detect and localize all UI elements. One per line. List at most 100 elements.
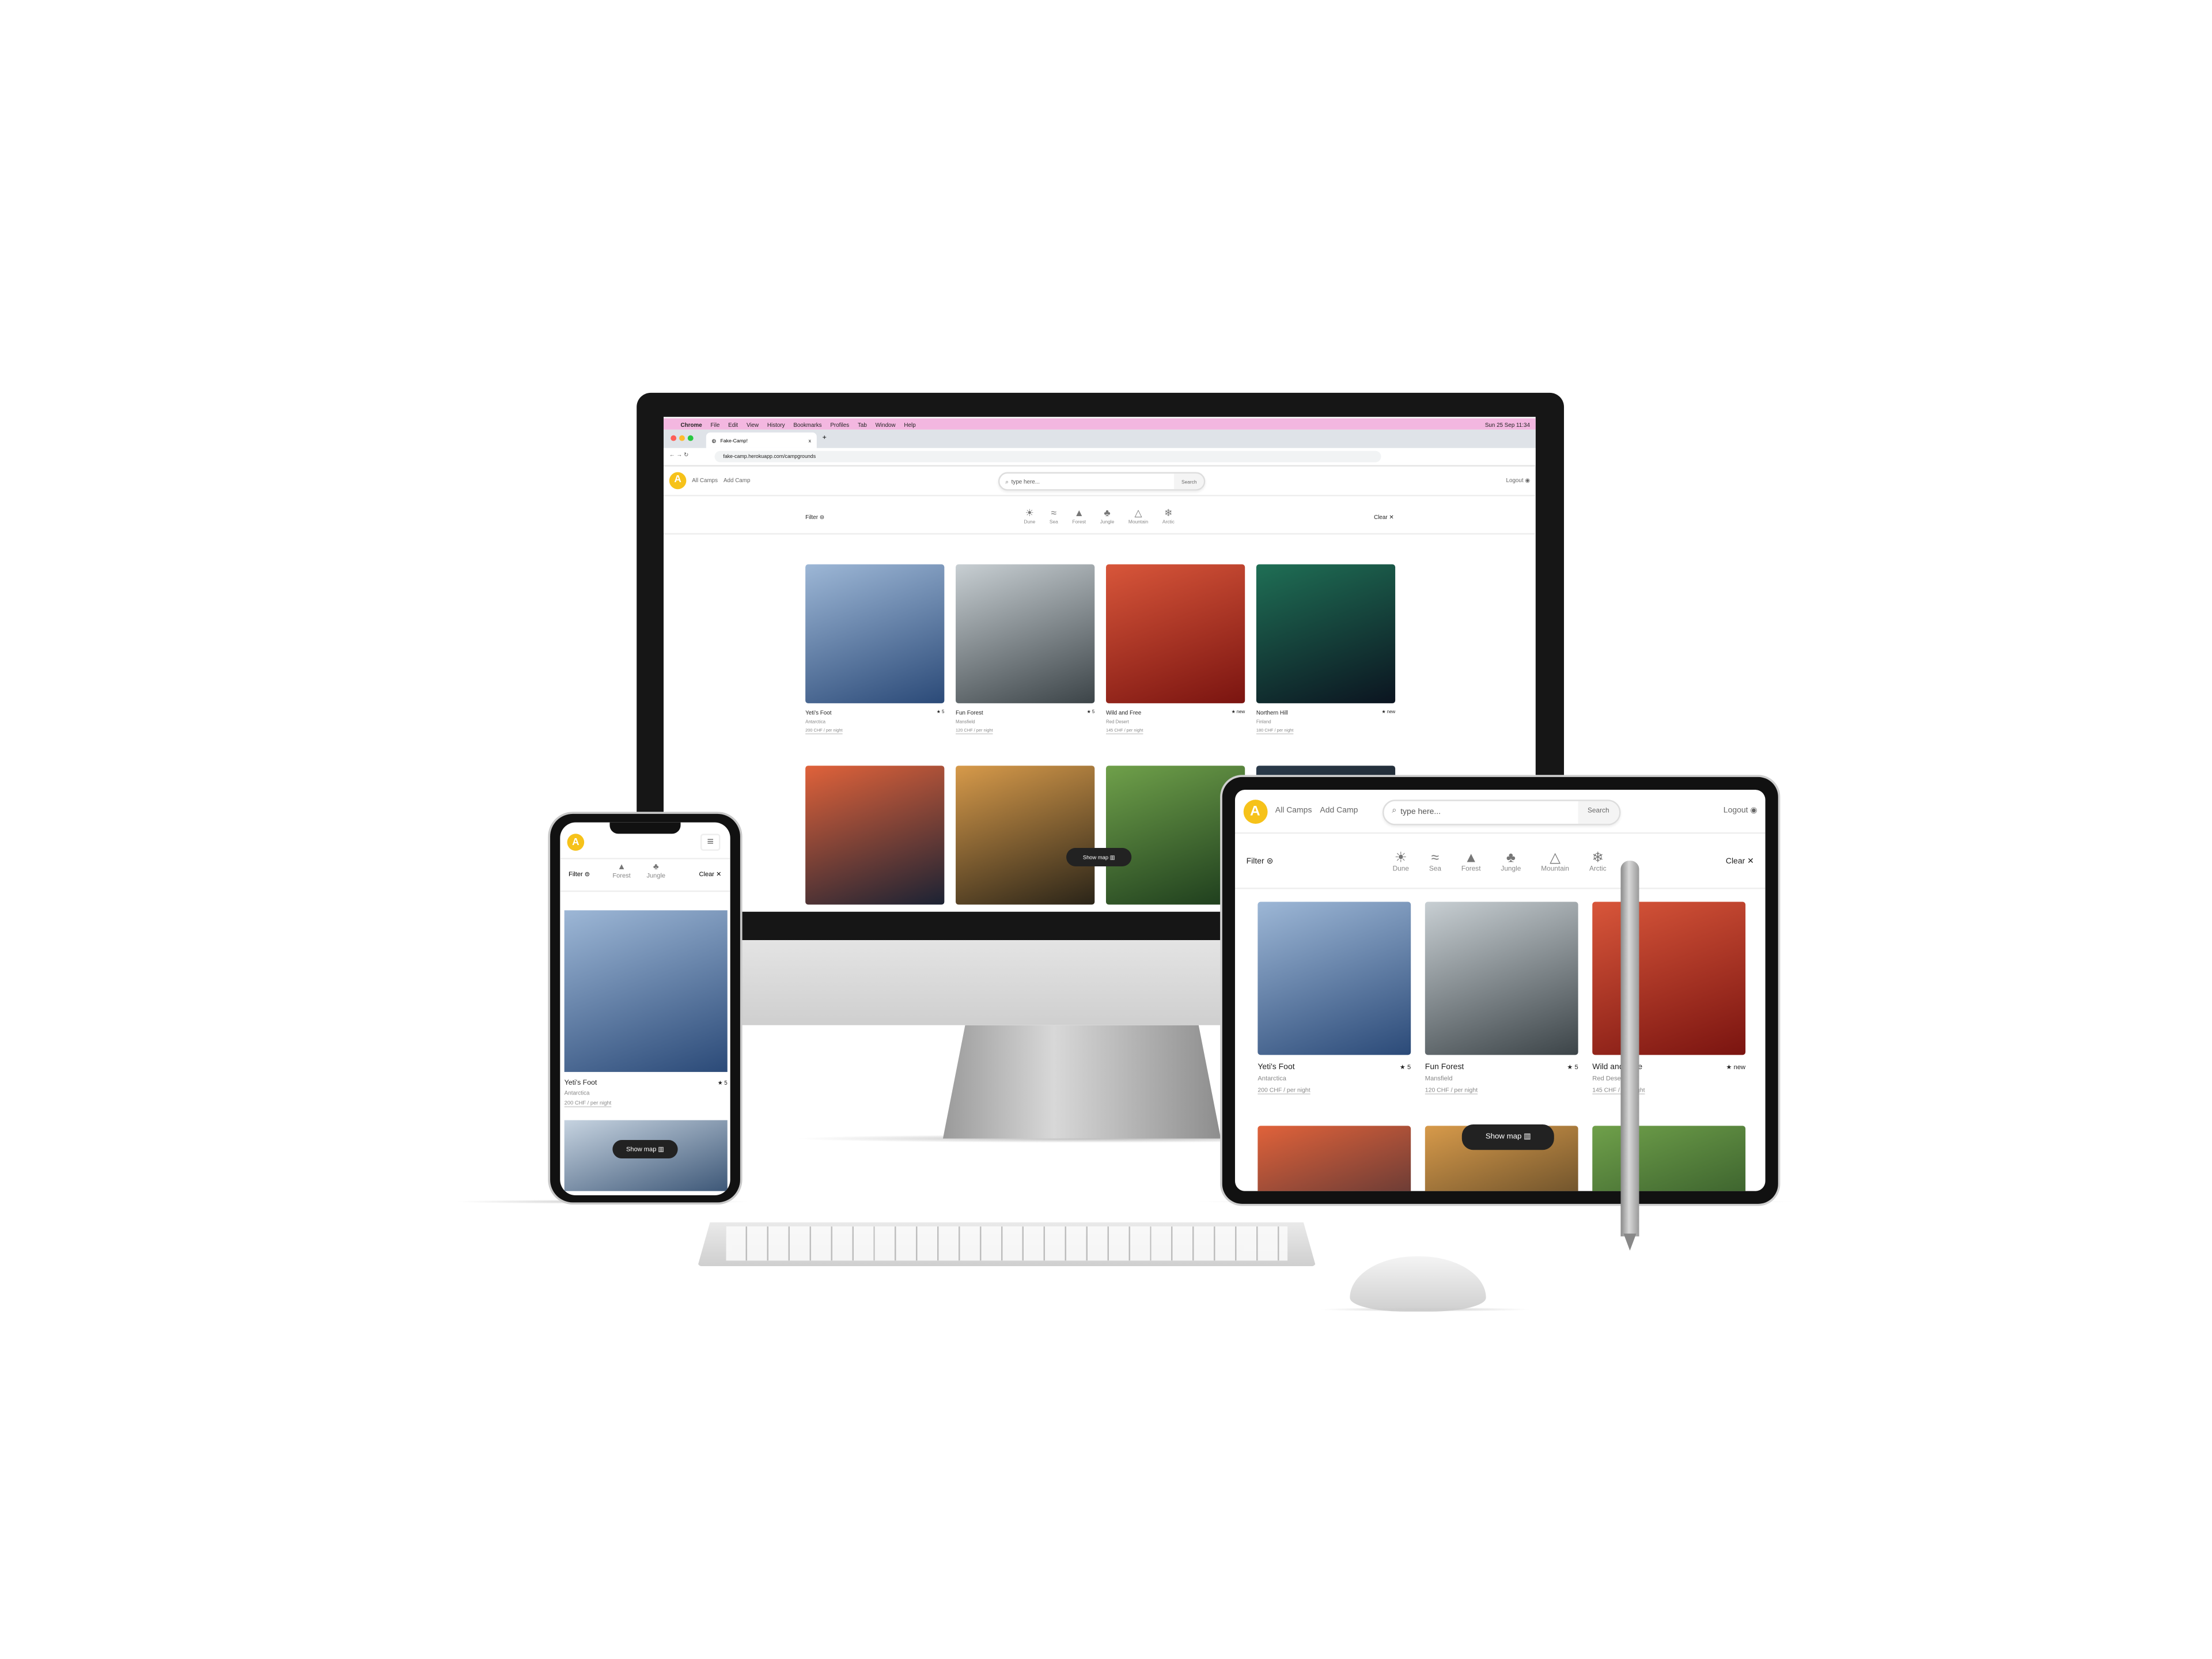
camp-card[interactable]: Fun Forest ★ 5 Mansfield 120 CHF / per nigh… (1425, 902, 1578, 1094)
menu-app-name[interactable]: Chrome (681, 421, 702, 427)
camp-image[interactable] (956, 564, 1095, 703)
show-map-button[interactable]: Show map ▥ (1461, 1124, 1555, 1151)
nav-all-camps[interactable]: All Camps (692, 476, 718, 483)
category-forest[interactable]: ▲ Forest (1072, 508, 1086, 524)
category-label: Mountain (1128, 518, 1149, 524)
minimize-window-button[interactable] (679, 435, 685, 441)
clear-button[interactable]: Clear ✕ (1374, 513, 1394, 520)
category-dune[interactable]: ☀ Dune (1024, 508, 1035, 524)
close-window-button[interactable] (671, 435, 677, 441)
menu-item[interactable]: Help (904, 421, 915, 427)
camp-location: Red Desert (1105, 718, 1129, 724)
camp-image[interactable] (956, 766, 1095, 905)
category-arctic[interactable]: ❄ Arctic (1589, 851, 1607, 873)
camp-name[interactable]: Northern Hill (1256, 709, 1288, 716)
category-mountain[interactable]: △ Mountain (1128, 508, 1148, 524)
camp-name[interactable]: Yeti's Foot (565, 1079, 597, 1088)
hamburger-menu-button[interactable]: ≡ (700, 834, 721, 851)
category-jungle[interactable]: ♣ Jungle (1501, 851, 1521, 873)
menu-item[interactable]: Edit (728, 421, 738, 427)
filter-icon: ⊜ (818, 512, 825, 520)
camp-name[interactable]: Yeti's Foot (1257, 1063, 1294, 1071)
nav-buttons[interactable]: ← → ↻ (669, 451, 688, 458)
clear-button[interactable]: Clear ✕ (1726, 858, 1754, 867)
user-icon: ◉ (1748, 806, 1758, 816)
camp-name[interactable]: Fun Forest (1425, 1063, 1464, 1071)
menu-item[interactable]: History (767, 421, 785, 427)
camp-rating: ★ 5 (1567, 1063, 1578, 1070)
url-bar[interactable]: fake-camp.herokuapp.com/campgrounds (714, 450, 1381, 463)
menu-item[interactable]: Window (876, 421, 896, 427)
menu-item[interactable]: View (747, 421, 759, 427)
category-mountain[interactable]: △ Mountain (1541, 851, 1570, 873)
clear-button[interactable]: Clear ✕ (699, 870, 722, 880)
category-jungle[interactable]: ♣ Jungle (646, 863, 665, 879)
camp-image[interactable] (805, 564, 945, 703)
camp-card[interactable]: Yeti's Foot ★ 5 Antarctica 200 CHF / per ni… (564, 910, 728, 1106)
search-bar: ⌕ type here... Search (998, 472, 1206, 491)
show-map-button[interactable]: Show map ▥ (1066, 847, 1132, 866)
camp-image[interactable] (1257, 1126, 1411, 1191)
logo[interactable]: A (567, 834, 585, 851)
camp-card[interactable] (1592, 1126, 1746, 1191)
camp-image[interactable] (564, 910, 728, 1072)
filter-bar: Filter ⊜ ☀ Dune ≈ Sea ▲ Forest ♣ Jungle △ Mountain… (663, 499, 1536, 535)
camp-card[interactable]: Yeti's Foot ★ 5 Antarctica 200 CHF / per ni… (1257, 902, 1411, 1094)
category-label: Mountain (1541, 866, 1570, 873)
menu-item[interactable]: File (711, 421, 720, 427)
nav-add-camp[interactable]: Add Camp (724, 476, 751, 483)
camp-image[interactable] (1257, 902, 1411, 1055)
close-tab-button[interactable]: x (809, 437, 811, 443)
camp-card[interactable] (805, 766, 945, 905)
category-arctic[interactable]: ❄ Arctic (1162, 508, 1175, 524)
camp-image[interactable] (1425, 902, 1578, 1055)
camp-card[interactable]: Yeti's Foot ★ 5 Antarctica 200 CHF / per ni… (805, 564, 945, 733)
menu-item[interactable]: Tab (858, 421, 867, 427)
category-sea[interactable]: ≈ Sea (1050, 508, 1058, 524)
camp-image[interactable] (1592, 902, 1746, 1055)
browser-tab[interactable]: ◍ Fake-Camp! x (706, 432, 817, 448)
camp-name[interactable]: Fun Forest (956, 709, 983, 716)
filter-button[interactable]: Filter ⊜ (805, 513, 824, 520)
logo[interactable]: A (669, 471, 687, 488)
logo[interactable]: A (1243, 799, 1267, 824)
menu-clock[interactable]: Sun 25 Sep 11:34 (1485, 421, 1536, 427)
category-forest[interactable]: ▲ Forest (1461, 851, 1481, 873)
search-input[interactable]: type here... (1400, 808, 1577, 817)
filter-button[interactable]: Filter ⊜ (1247, 858, 1274, 867)
logout-button[interactable]: Logout ◉ (1724, 807, 1758, 816)
filter-button[interactable]: Filter ⊜ (569, 870, 590, 879)
category-jungle[interactable]: ♣ Jungle (1100, 508, 1115, 524)
camp-location: Antarctica (1257, 1074, 1286, 1082)
menu-item[interactable]: Bookmarks (793, 421, 821, 427)
camp-image[interactable] (1592, 1126, 1746, 1191)
camp-card[interactable]: Northern Hill ★ new Finland 180 CHF / per n… (1256, 564, 1396, 733)
nav-add-camp[interactable]: Add Camp (1320, 807, 1358, 816)
camp-card[interactable]: Wild and Free ★ new Red Desert 145 CHF / pe… (1105, 564, 1245, 733)
new-tab-button[interactable]: + (823, 434, 827, 442)
camp-card[interactable]: Wild and Free ★ new Red Desert 145 CHF / pe… (1592, 902, 1746, 1094)
search-input[interactable]: type here... (1012, 478, 1175, 485)
camp-card[interactable] (956, 766, 1095, 905)
logout-button[interactable]: Logout ◉ (1506, 476, 1529, 483)
nav-all-camps[interactable]: All Camps (1275, 807, 1312, 816)
maximize-window-button[interactable] (687, 435, 694, 441)
category-forest[interactable]: ▲ Forest (612, 863, 630, 879)
camp-rating: ★ new (1381, 709, 1396, 715)
camp-location: Finland (1256, 718, 1271, 724)
category-label: Dune (1392, 866, 1409, 873)
menu-item[interactable]: Profiles (830, 421, 849, 427)
search-button[interactable]: Search (1577, 801, 1620, 824)
camp-image[interactable] (1256, 564, 1396, 703)
category-dune[interactable]: ☀ Dune (1392, 851, 1409, 873)
camp-name[interactable]: Yeti's Foot (805, 709, 831, 716)
phone-device: A ≡ Filter ⊜ ▲ Forest ♣ Jungle Clear ✕ Yet… (550, 813, 740, 1203)
camp-image[interactable] (1105, 564, 1245, 703)
camp-name[interactable]: Wild and Free (1106, 709, 1141, 716)
camp-image[interactable] (805, 766, 945, 905)
camp-card[interactable]: Fun Forest ★ 5 Mansfield 120 CHF / per nigh… (956, 564, 1095, 733)
category-sea[interactable]: ≈ Sea (1429, 851, 1441, 873)
show-map-button[interactable]: Show map ▥ (612, 1140, 678, 1159)
search-button[interactable]: Search (1174, 474, 1204, 490)
camp-card[interactable] (1257, 1126, 1411, 1191)
